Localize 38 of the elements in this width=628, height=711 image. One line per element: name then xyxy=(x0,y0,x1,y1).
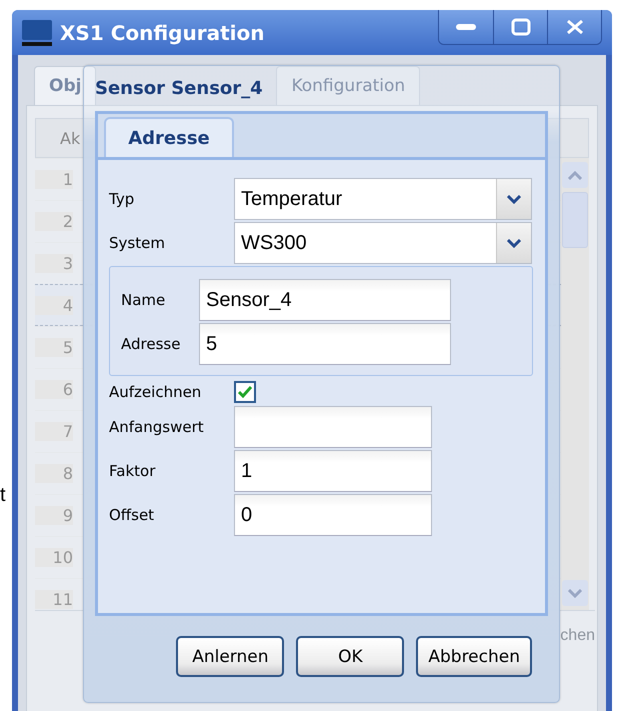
chevron-up-icon xyxy=(568,170,582,180)
field-label: Name xyxy=(121,291,166,309)
minimize-button[interactable] xyxy=(439,10,493,44)
chevron-down-icon xyxy=(507,194,521,204)
dropdown-field[interactable]: WS300 xyxy=(234,222,532,264)
input-field[interactable]: 0 xyxy=(234,494,432,536)
checkmark-icon xyxy=(238,386,252,398)
field-label: Adresse xyxy=(121,335,182,353)
close-icon xyxy=(566,19,584,35)
scrollbar[interactable] xyxy=(561,158,589,610)
field-label: Offset xyxy=(109,506,156,524)
dialog-button[interactable]: Abbrechen xyxy=(416,636,532,677)
close-button[interactable] xyxy=(547,10,601,44)
input-field[interactable]: 1 xyxy=(234,450,432,492)
field-label: Faktor xyxy=(109,462,156,480)
cut-text: t xyxy=(0,484,6,506)
dropdown-field[interactable]: Temperatur xyxy=(234,178,532,220)
window-title: XS1 Configuration xyxy=(60,20,266,44)
maximize-button[interactable] xyxy=(493,10,547,44)
dialog-title: Sensor Sensor_4 xyxy=(95,77,263,101)
checkbox[interactable] xyxy=(234,381,256,403)
maximize-icon xyxy=(510,18,530,36)
tab[interactable]: Adresse xyxy=(104,117,234,157)
chevron-down-icon xyxy=(507,238,521,248)
chevron-down-icon xyxy=(568,588,582,598)
dialog-button[interactable]: OK xyxy=(296,636,404,677)
logo-icon xyxy=(20,18,54,48)
input-field[interactable]: 5 xyxy=(199,323,451,365)
field-label: Typ xyxy=(109,190,136,208)
minimize-icon xyxy=(455,23,477,31)
scrollbar-thumb[interactable] xyxy=(562,192,588,248)
field-label: Aufzeichnen xyxy=(109,383,202,401)
input-field[interactable] xyxy=(234,406,432,448)
dialog-button[interactable]: Anlernen xyxy=(176,636,284,677)
field-label: Anfangswert xyxy=(109,418,205,436)
button-label: chen xyxy=(560,627,595,645)
field-label: System xyxy=(109,234,166,252)
input-field[interactable]: Sensor_4 xyxy=(199,279,451,321)
